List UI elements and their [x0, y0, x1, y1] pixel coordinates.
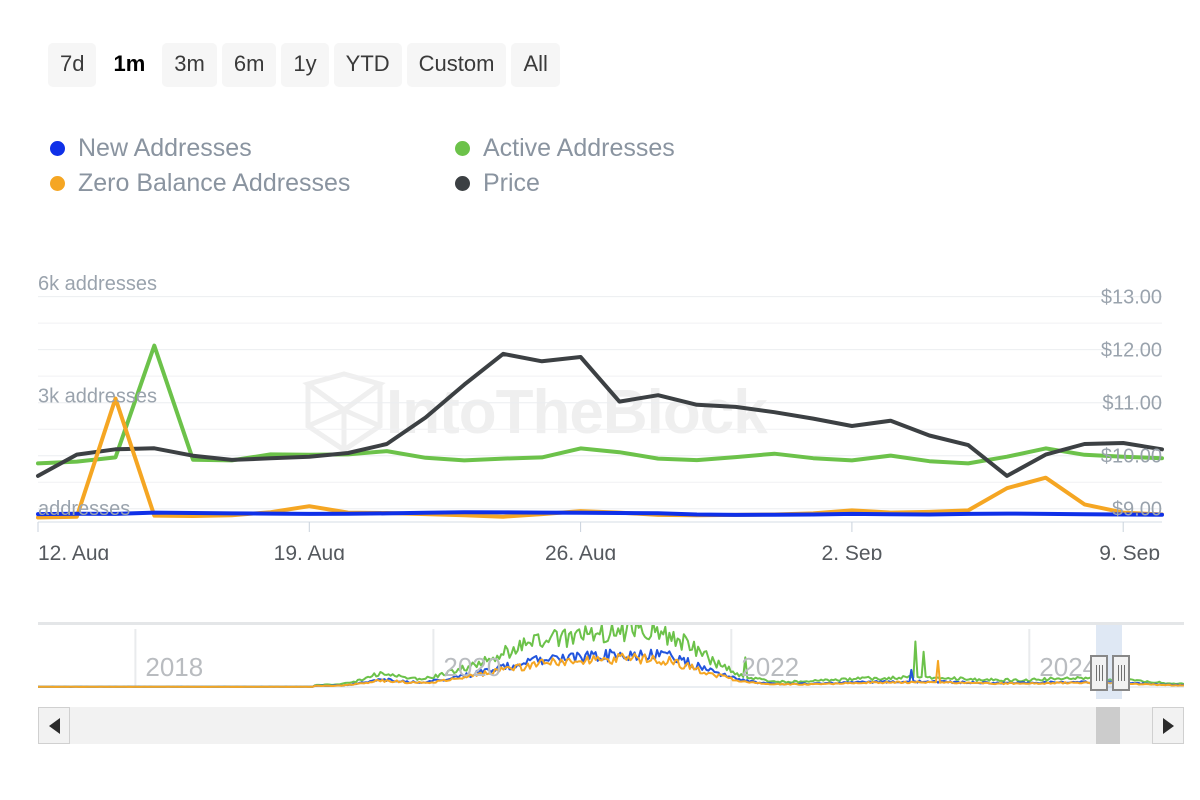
chart-navigator[interactable]: 2018 2020 2022 2024	[38, 622, 1184, 700]
triangle-right-icon	[1163, 718, 1174, 734]
x-axis-tick-label: 9. Sep	[1099, 542, 1160, 560]
grip-icon	[1121, 665, 1122, 681]
left-axis-tick-label: addresses	[38, 498, 130, 520]
legend-item-zero-balance-addresses[interactable]: Zero Balance Addresses	[50, 166, 455, 201]
legend-color-dot	[50, 141, 65, 156]
navigator-svg: 2018 2020 2022 2024	[38, 625, 1184, 700]
right-axis-tick-label: $13.00	[1101, 287, 1162, 309]
crypto-address-chart-widget: 7d1m3m6m1yYTDCustomAll New Addresses Acti…	[0, 0, 1200, 800]
right-axis-tick-label: $10.00	[1101, 446, 1162, 468]
x-axis-tick-label: 2. Sep	[822, 542, 883, 560]
legend-item-price[interactable]: Price	[455, 166, 795, 201]
navigator-year-label: 2020	[443, 652, 501, 682]
x-axis-tick-label: 19. Aug	[274, 542, 345, 560]
time-range-selector: 7d1m3m6m1yYTDCustomAll	[48, 43, 560, 87]
chart-legend: New Addresses Active Addresses Zero Balanc…	[50, 131, 810, 201]
legend-color-dot	[50, 176, 65, 191]
range-button-custom[interactable]: Custom	[407, 43, 507, 87]
legend-label: Active Addresses	[483, 136, 675, 161]
range-button-7d[interactable]: 7d	[48, 43, 96, 87]
navigator-year-label: 2022	[741, 652, 799, 682]
range-button-1m[interactable]: 1m	[101, 43, 157, 87]
navigator-handle-right[interactable]	[1112, 655, 1130, 691]
x-axis-tick-label: 12. Aug	[38, 542, 109, 560]
legend-label: Price	[483, 171, 540, 196]
legend-item-new-addresses[interactable]: New Addresses	[50, 131, 455, 166]
legend-item-active-addresses[interactable]: Active Addresses	[455, 131, 795, 166]
navigator-year-label: 2024	[1039, 652, 1097, 682]
navigator-series-active-addresses	[38, 625, 1184, 687]
right-axis-tick-label: $12.00	[1101, 340, 1162, 362]
scrollbar-thumb[interactable]	[1096, 707, 1120, 744]
x-axis-tick-label: 26. Aug	[545, 542, 616, 560]
range-button-1y[interactable]: 1y	[281, 43, 328, 87]
right-axis-tick-label: $11.00	[1102, 393, 1162, 415]
left-axis-labels: addresses 3k addresses 6k addresses	[38, 273, 157, 520]
right-axis-tick-label: $9.00	[1112, 499, 1162, 521]
main-chart-svg: addresses3k addresses6k addresses $9.00$…	[0, 270, 1200, 560]
scroll-left-button[interactable]	[38, 707, 70, 744]
navigator-scrollbar[interactable]	[38, 707, 1184, 744]
chart-series-lines	[38, 346, 1162, 518]
main-chart[interactable]: addresses3k addresses6k addresses $9.00$…	[0, 270, 1200, 560]
navigator-year-label: 2018	[145, 652, 203, 682]
triangle-left-icon	[49, 718, 60, 734]
legend-color-dot	[455, 141, 470, 156]
legend-label: Zero Balance Addresses	[78, 171, 350, 196]
x-axis-labels: 12. Aug 19. Aug 26. Aug 2. Sep 9. Sep	[38, 542, 1160, 560]
navigator-gridlines	[38, 629, 1184, 687]
range-button-all[interactable]: All	[511, 43, 559, 87]
grip-icon	[1099, 665, 1100, 681]
scroll-right-button[interactable]	[1152, 707, 1184, 744]
navigator-series	[38, 625, 1184, 687]
legend-label: New Addresses	[78, 136, 252, 161]
navigator-handle-left[interactable]	[1090, 655, 1108, 691]
range-button-ytd[interactable]: YTD	[334, 43, 402, 87]
range-button-6m[interactable]: 6m	[222, 43, 277, 87]
left-axis-tick-label: 3k addresses	[38, 385, 157, 407]
legend-color-dot	[455, 176, 470, 191]
series-line-active-addresses	[38, 346, 1162, 464]
range-button-3m[interactable]: 3m	[162, 43, 217, 87]
left-axis-tick-label: 6k addresses	[38, 273, 157, 295]
series-line-new-addresses	[38, 512, 1162, 515]
right-axis-labels: $9.00 $10.00 $11.00 $12.00 $13.00	[1101, 287, 1162, 521]
